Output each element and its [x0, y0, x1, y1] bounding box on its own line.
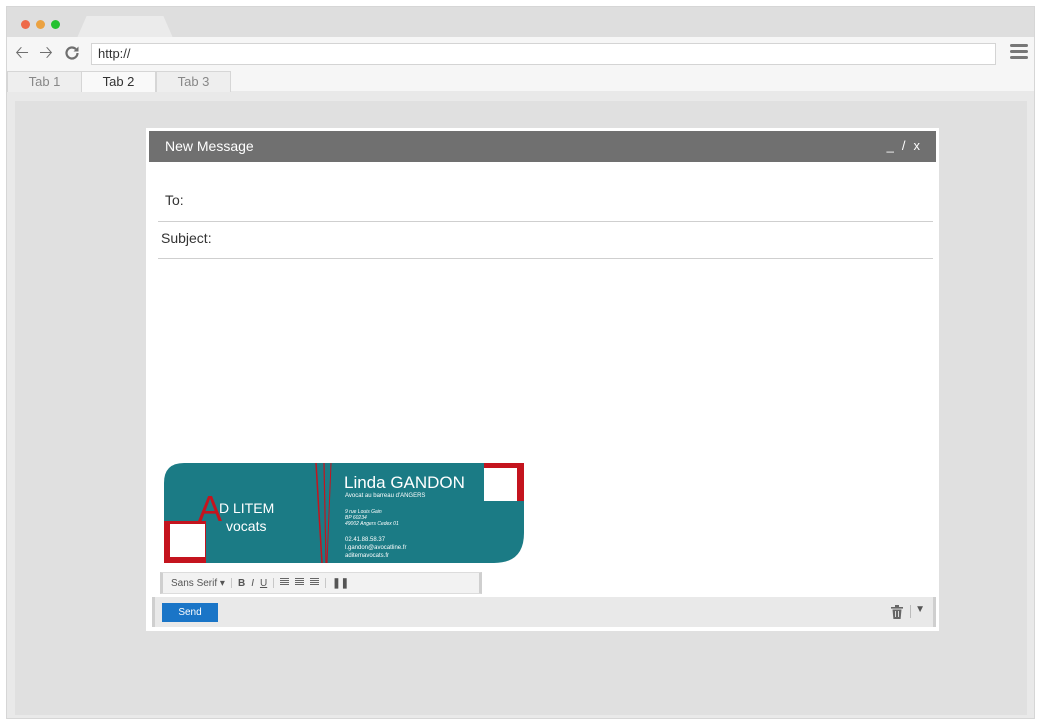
compose-header: New Message _ / x [149, 131, 936, 162]
maximize-button[interactable]: / [902, 138, 906, 153]
back-icon[interactable]: 🡠 [13, 44, 31, 62]
subject-row: Subject: [158, 222, 933, 259]
more-options-icon[interactable]: ▼ [915, 604, 925, 615]
menu-icon[interactable] [1010, 44, 1028, 62]
tab-2[interactable]: Tab 2 [81, 71, 156, 92]
align-left-icon[interactable] [277, 577, 292, 589]
to-input[interactable] [228, 188, 918, 212]
trash-icon[interactable] [891, 605, 903, 619]
minimize-window-dot[interactable] [36, 20, 45, 29]
signature-logo-line2: vocats [226, 518, 266, 534]
signature-address-3: 49002 Angers Cedex 01 [345, 521, 399, 527]
close-window-dot[interactable] [21, 20, 30, 29]
zoom-window-dot[interactable] [51, 20, 60, 29]
font-select-label: Sans Serif [171, 577, 218, 589]
compose-window: New Message _ / x To: Subject: A D LITEM… [146, 128, 939, 631]
browser-toolbar: 🡠 🡢 http:// [7, 37, 1034, 70]
address-bar[interactable]: http:// [91, 43, 996, 65]
to-row: To: [158, 183, 933, 222]
signature-website: aditemavocats.fr [345, 553, 389, 559]
signature-name: Linda GANDON [344, 473, 465, 492]
browser-title-tab[interactable] [77, 16, 173, 38]
bold-button[interactable]: B [235, 578, 248, 589]
subject-input[interactable] [228, 227, 918, 251]
chevron-down-icon: ▾ [219, 577, 225, 589]
title-bar [7, 7, 1034, 38]
font-select[interactable]: Sans Serif ▾ [168, 578, 228, 589]
format-toolbar: Sans Serif ▾ B I U ❚❚ [160, 572, 482, 594]
send-button[interactable]: Send [162, 603, 218, 622]
reload-icon[interactable] [63, 44, 81, 62]
email-signature: A D LITEM vocats Linda GANDON Avocat au … [164, 463, 524, 563]
signature-role: Avocat au barreau d'ANGERS [345, 493, 425, 499]
tab-1[interactable]: Tab 1 [7, 71, 82, 92]
subject-label: Subject: [161, 230, 212, 246]
tab-3[interactable]: Tab 3 [156, 71, 231, 92]
italic-button[interactable]: I [248, 578, 257, 589]
signature-phone: 02.41.88.58.37 [345, 537, 386, 543]
message-body[interactable] [158, 262, 933, 462]
align-justify-icon[interactable] [307, 577, 322, 589]
signature-email: l.gandon@avocatline.fr [345, 545, 406, 551]
to-label: To: [165, 192, 184, 208]
browser-window: 🡠 🡢 http:// Tab 1 Tab 2 Tab 3 New Messag… [6, 6, 1035, 719]
quote-icon[interactable]: ❚❚ [329, 578, 352, 589]
signature-logo-line1: D LITEM [219, 500, 274, 516]
page-content: New Message _ / x To: Subject: A D LITEM… [15, 101, 1027, 715]
forward-icon[interactable]: 🡢 [37, 44, 55, 62]
compose-title: New Message [165, 138, 254, 154]
minimize-button[interactable]: _ [887, 138, 894, 153]
underline-button[interactable]: U [257, 578, 270, 589]
send-bar: Send ▼ [152, 597, 936, 627]
close-button[interactable]: x [914, 138, 921, 153]
tab-strip: Tab 1 Tab 2 Tab 3 [7, 70, 1034, 92]
align-center-icon[interactable] [292, 577, 307, 589]
